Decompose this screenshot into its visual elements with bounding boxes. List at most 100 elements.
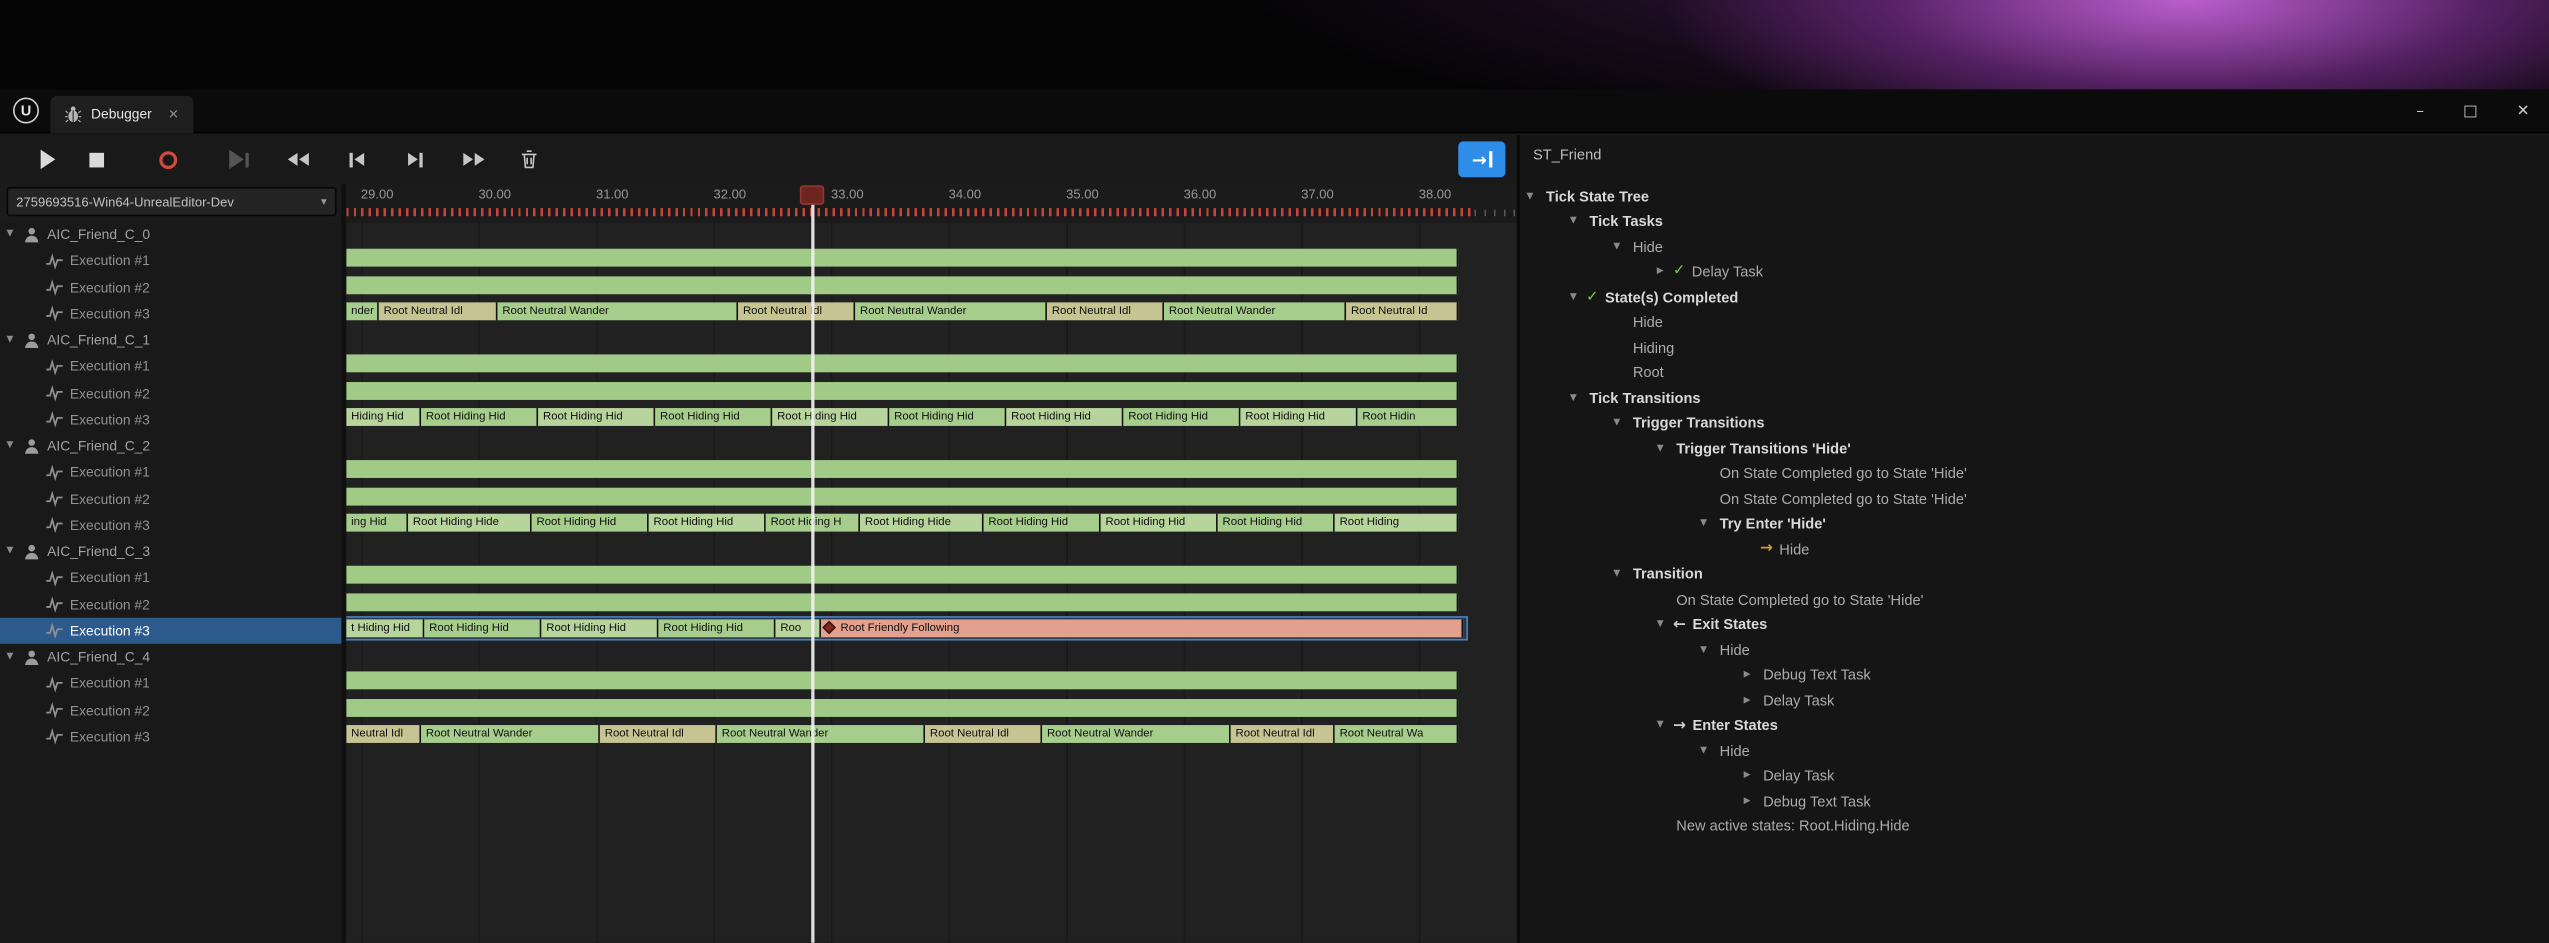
expand-icon[interactable]: ▶ xyxy=(1744,771,1760,781)
timeline-track[interactable] xyxy=(346,672,1458,690)
execution-row[interactable]: Execution #3 xyxy=(0,723,341,749)
state-segment[interactable]: Root Neutral Wander xyxy=(855,302,1047,320)
state-segment[interactable]: Root Neutral Wa xyxy=(1335,725,1459,743)
tab-debugger[interactable]: Debugger ✕ xyxy=(50,95,193,132)
execution-row[interactable]: Execution #2 xyxy=(0,380,341,406)
state-tree-row[interactable]: →Hide xyxy=(1520,536,2549,561)
collapse-icon[interactable]: ▼ xyxy=(7,335,23,345)
collapse-icon[interactable]: ▼ xyxy=(1527,191,1543,201)
collapse-icon[interactable]: ▼ xyxy=(7,441,23,451)
timeline-track[interactable] xyxy=(346,381,1458,399)
state-segment[interactable]: Root Friendly Following xyxy=(821,619,1463,637)
collapse-icon[interactable]: ▼ xyxy=(7,652,23,662)
instance-row[interactable]: ▼AIC_Friend_C_4 xyxy=(0,644,341,670)
state-segment[interactable]: Root Hiding Hid xyxy=(532,513,649,531)
state-segment[interactable]: Root Hiding Hid xyxy=(772,408,889,426)
state-tree-row[interactable]: On State Completed go to State 'Hide' xyxy=(1520,587,2549,612)
execution-row[interactable]: Execution #2 xyxy=(0,274,341,300)
minimize-button[interactable]: – xyxy=(2416,102,2424,120)
execution-row[interactable]: Execution #1 xyxy=(0,248,341,274)
state-bar[interactable] xyxy=(346,381,1458,399)
collapse-icon[interactable]: ▼ xyxy=(1570,217,1586,227)
state-bar[interactable] xyxy=(346,698,1458,716)
state-segment[interactable]: t Hiding Hid xyxy=(346,619,424,637)
timeline-track[interactable] xyxy=(346,593,1458,611)
expand-icon[interactable]: ▶ xyxy=(1744,695,1760,705)
state-segment[interactable]: Hiding Hid xyxy=(346,408,421,426)
state-tree-row[interactable]: ▶Delay Task xyxy=(1520,688,2549,713)
first-frame-button[interactable] xyxy=(276,140,318,179)
state-bar[interactable] xyxy=(346,566,1458,584)
state-segment[interactable]: Root Neutral Idl xyxy=(379,302,498,320)
expand-icon[interactable]: ▶ xyxy=(1657,267,1673,277)
playhead-line[interactable] xyxy=(811,205,813,943)
timeline-track[interactable]: t Hiding HidRoot Hiding HidRoot Hiding H… xyxy=(346,619,1463,637)
last-frame-button[interactable] xyxy=(452,140,494,179)
expand-icon[interactable]: ▶ xyxy=(1744,796,1760,806)
state-segment[interactable]: Root Hiding Hid xyxy=(1240,408,1357,426)
collapse-icon[interactable]: ▼ xyxy=(1570,292,1586,302)
state-segment[interactable]: Root Hiding Hid xyxy=(1218,513,1335,531)
state-tree-row[interactable]: ▶Debug Text Task xyxy=(1520,662,2549,687)
state-tree-row[interactable]: ▼→Enter States xyxy=(1520,713,2549,738)
state-segment[interactable]: Root Hiding Hid xyxy=(1101,513,1218,531)
restore-button[interactable]: □ xyxy=(2463,102,2478,120)
state-segment[interactable]: Root Neutral Wander xyxy=(421,725,600,743)
state-tree-row[interactable]: Hiding xyxy=(1520,335,2549,360)
timeline-track[interactable] xyxy=(346,460,1458,478)
state-segment[interactable]: Root Neutral Idl xyxy=(925,725,1042,743)
session-dropdown[interactable]: 2759693516-Win64-UnrealEditor-Dev ▾ xyxy=(7,187,337,216)
state-tree-row[interactable]: Root xyxy=(1520,360,2549,385)
collapse-icon[interactable]: ▼ xyxy=(7,546,23,556)
previous-frame-button[interactable] xyxy=(335,140,377,179)
state-segment[interactable]: nder xyxy=(346,302,379,320)
instance-row[interactable]: ▼AIC_Friend_C_0 xyxy=(0,223,341,247)
collapse-icon[interactable]: ▼ xyxy=(1613,242,1629,252)
execution-row[interactable]: Execution #2 xyxy=(0,485,341,511)
state-segment[interactable]: Neutral Idl xyxy=(346,725,421,743)
state-tree-row[interactable]: ▼Transition xyxy=(1520,562,2549,587)
state-tree-row[interactable]: ▼Hide xyxy=(1520,637,2549,662)
timeline-track[interactable]: ing HidRoot Hiding HideRoot Hiding HidRo… xyxy=(346,513,1458,531)
state-tree-row[interactable]: ▼←Exit States xyxy=(1520,612,2549,637)
state-segment[interactable]: Root Hiding xyxy=(1335,513,1459,531)
execution-row[interactable]: Execution #1 xyxy=(0,670,341,696)
collapse-icon[interactable]: ▼ xyxy=(1700,645,1716,655)
collapse-icon[interactable]: ▼ xyxy=(1657,620,1673,630)
state-tree-row[interactable]: ▼Hide xyxy=(1520,234,2549,259)
state-bar[interactable] xyxy=(346,593,1458,611)
collapse-icon[interactable]: ▼ xyxy=(1657,443,1673,453)
play-button[interactable] xyxy=(26,140,68,179)
state-segment[interactable]: Root Neutral Wander xyxy=(717,725,925,743)
execution-row[interactable]: Execution #1 xyxy=(0,565,341,591)
collapse-icon[interactable]: ▼ xyxy=(1700,746,1716,756)
collapse-icon[interactable]: ▼ xyxy=(1613,418,1629,428)
execution-row[interactable]: Execution #1 xyxy=(0,459,341,485)
timeline-track[interactable] xyxy=(346,487,1458,505)
timeline-track[interactable] xyxy=(346,249,1458,267)
scrub-marker[interactable] xyxy=(800,185,824,205)
timeline-track[interactable] xyxy=(346,355,1458,373)
state-segment[interactable]: ing Hid xyxy=(346,513,408,531)
collapse-icon[interactable]: ▼ xyxy=(1613,569,1629,579)
state-segment[interactable]: Root Hiding Hid xyxy=(421,408,538,426)
state-segment[interactable]: Root Hiding Hid xyxy=(1123,408,1240,426)
state-segment[interactable]: Root Neutral Idl xyxy=(738,302,855,320)
collapse-icon[interactable]: ▼ xyxy=(1700,519,1716,529)
state-tree-row[interactable]: ▼Tick Transitions xyxy=(1520,385,2549,410)
state-bar[interactable] xyxy=(346,672,1458,690)
timeline-track[interactable] xyxy=(346,698,1458,716)
state-tree-row[interactable]: Hide xyxy=(1520,310,2549,335)
state-segment[interactable]: Root Hiding Hid xyxy=(889,408,1006,426)
state-tree-row[interactable]: ▼Hide xyxy=(1520,738,2549,763)
stop-button[interactable] xyxy=(75,140,117,179)
execution-row[interactable]: Execution #2 xyxy=(0,591,341,617)
state-tree-row[interactable]: ▼✓State(s) Completed xyxy=(1520,284,2549,309)
state-segment[interactable]: Root Hiding Hid xyxy=(424,619,541,637)
state-tree-row[interactable]: ▶✓Delay Task xyxy=(1520,259,2549,284)
next-frame-button[interactable] xyxy=(393,140,435,179)
jump-to-latest-button[interactable]: → xyxy=(1458,141,1505,177)
state-segment[interactable]: Roo xyxy=(775,619,821,637)
expand-icon[interactable]: ▶ xyxy=(1744,670,1760,680)
collapse-icon[interactable]: ▼ xyxy=(7,229,23,239)
